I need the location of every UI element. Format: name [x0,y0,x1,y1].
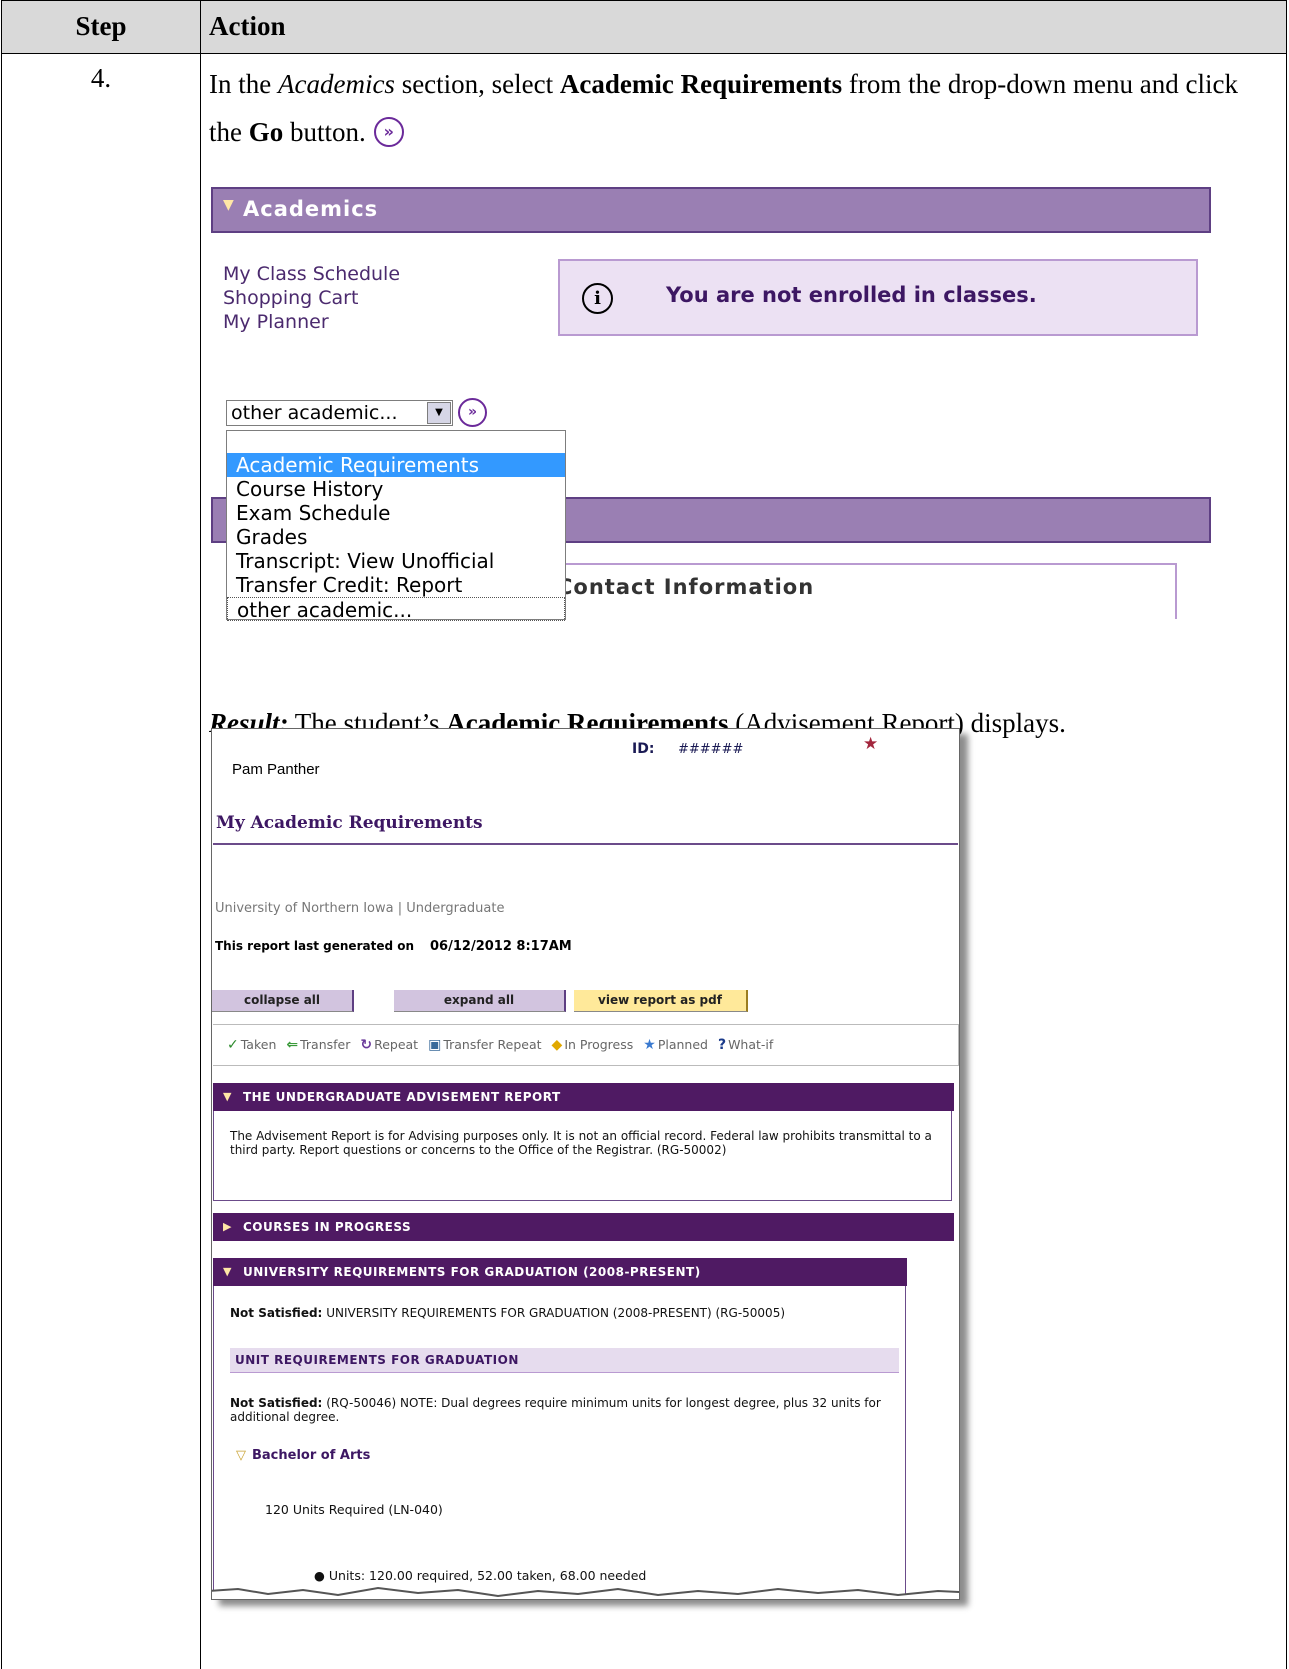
legend-planned: Planned [657,1037,708,1052]
legend-transfer-repeat: Transfer Repeat [443,1037,542,1052]
status-label: Not Satisfied: [230,1306,323,1320]
collapse-triangle-icon: ▼ [223,1090,232,1103]
instruction-part: In the [209,69,278,99]
dropdown-option-academic-requirements[interactable]: Academic Requirements [227,453,565,477]
instruction-text: In the Academics section, select Academi… [209,60,1269,156]
collapse-triangle-icon: ▼ [223,1265,232,1278]
section-title: COURSES IN PROGRESS [243,1220,412,1234]
in-progress-diamond-icon: ◆ [551,1037,563,1053]
legend-taken: Taken [240,1037,277,1052]
repeat-icon: ↻ [360,1037,373,1053]
go-button[interactable]: » [458,398,487,427]
page-title: My Academic Requirements [216,813,483,833]
degree-name: Bachelor of Arts [252,1448,371,1463]
column-header-action: Action [209,11,286,41]
planned-star-icon: ★ [643,1037,656,1053]
column-header-step: Step [75,11,127,41]
units-progress-text: Units: 120.00 required, 52.00 taken, 68.… [328,1568,647,1583]
instruction-button-name: Go [248,117,284,147]
title-divider [213,843,958,845]
collapse-triangle-icon: ▽ [236,1448,246,1463]
legend-what-if: What-if [728,1037,774,1052]
status-label: Not Satisfied: [230,1396,323,1410]
dropdown-option-course-history[interactable]: Course History [227,477,565,501]
dropdown-option-other-academic[interactable]: other academic... [227,597,565,622]
dropdown-option-transcript[interactable]: Transcript: View Unofficial [227,549,565,573]
bachelor-of-arts-header[interactable]: ▽ Bachelor of Arts [236,1448,370,1463]
generated-value: 06/12/2012 8:17AM [430,939,572,954]
generated-label: This report last generated on [215,939,415,953]
status-text: (RQ-50046) NOTE: Dual degrees require mi… [230,1396,881,1424]
dropdown-option-exam-schedule[interactable]: Exam Schedule [227,501,565,525]
dropdown-option-grades[interactable]: Grades [227,525,565,549]
expand-all-button[interactable]: expand all [394,990,566,1012]
torn-edge [212,1586,959,1599]
transfer-repeat-icon: ▣ [428,1037,442,1053]
instruction-part: section, select [394,69,560,99]
section-title: UNIVERSITY REQUIREMENTS FOR GRADUATION (… [243,1265,701,1279]
academics-section-title: Academics [243,197,379,221]
advisement-report-section-header[interactable]: ▼ THE UNDERGRADUATE ADVISEMENT REPORT [213,1083,954,1111]
taken-check-icon: ✓ [227,1037,239,1053]
report-generated: This report last generated on 06/12/2012 … [215,939,572,954]
student-id-value: ###### [678,742,744,757]
advisement-report-section-body: The Advisement Report is for Advising pu… [213,1111,952,1201]
legend-in-progress: In Progress [564,1037,634,1052]
academics-section-header[interactable]: ▼ Academics [211,187,1211,233]
go-button-icon: » [373,117,404,147]
what-if-question-icon: ? [717,1037,727,1053]
legend-transfer: Transfer [300,1037,351,1052]
link-shopping-cart[interactable]: Shopping Cart [223,286,400,310]
contact-information-box: Contact Information [520,563,1177,619]
link-my-class-schedule[interactable]: My Class Schedule [223,262,400,286]
step-number: 4. [90,63,112,93]
section-title: THE UNDERGRADUATE ADVISEMENT REPORT [243,1090,561,1104]
link-my-planner[interactable]: My Planner [223,310,400,334]
student-name: Pam Panther [232,761,320,778]
academic-dropdown-list: Academic Requirements Course History Exa… [226,430,566,622]
collapse-all-button[interactable]: collapse all [212,990,354,1012]
units-progress-line: ● Units: 120.00 required, 52.00 taken, 6… [314,1568,647,1583]
advisement-disclaimer: The Advisement Report is for Advising pu… [230,1129,932,1157]
collapse-triangle-icon: ▼ [223,197,234,213]
enrollment-notice-text: You are not enrolled in classes. [666,283,1037,307]
table-header-row: Step Action [2,1,1286,54]
select-value: other academic... [231,402,398,424]
academics-links: My Class Schedule Shopping Cart My Plann… [223,262,400,334]
instruction-item: Academic Requirements [559,69,843,99]
legend-repeat: Repeat [374,1037,419,1052]
other-academic-select[interactable]: other academic... ▼ [226,400,453,426]
instruction-section-name: Academics [277,69,395,99]
favorite-star-icon[interactable]: ★ [863,734,878,754]
requirement-status: Not Satisfied: UNIVERSITY REQUIREMENTS F… [230,1306,940,1320]
courses-in-progress-header[interactable]: ▶ COURSES IN PROGRESS [213,1213,954,1241]
student-id-label: ID: [632,741,655,757]
university-requirements-body: Not Satisfied: UNIVERSITY REQUIREMENTS F… [213,1286,906,1599]
advisement-report-screenshot: Pam Panther ID: ###### ★ My Academic Req… [211,728,960,1600]
dropdown-option-transfer-credit[interactable]: Transfer Credit: Report [227,573,565,597]
institution-career: University of Northern Iowa | Undergradu… [215,901,505,916]
enrollment-notice: i You are not enrolled in classes. [558,259,1198,336]
column-divider [200,1,201,1669]
expand-triangle-icon: ▶ [223,1220,232,1233]
instruction-part: button. [283,117,366,147]
units-required: 120 Units Required (LN-040) [265,1502,443,1517]
contact-information-title: Contact Information [557,575,815,599]
unit-requirements-header[interactable]: UNIT REQUIREMENTS FOR GRADUATION [230,1348,899,1373]
dropdown-arrow-icon[interactable]: ▼ [427,402,451,424]
university-requirements-header[interactable]: ▼ UNIVERSITY REQUIREMENTS FOR GRADUATION … [213,1258,907,1286]
status-text: UNIVERSITY REQUIREMENTS FOR GRADUATION (… [326,1306,786,1320]
dropdown-option[interactable] [227,431,565,453]
transfer-arrow-icon: ⇐ [286,1037,299,1053]
view-pdf-button[interactable]: view report as pdf [574,990,748,1012]
unit-requirement-status: Not Satisfied: (RQ-50046) NOTE: Dual deg… [230,1396,890,1424]
info-icon: i [582,283,613,314]
legend-bar: ✓ Taken ⇐ Transfer ↻ Repeat ▣ Transfer Repea… [213,1024,959,1066]
